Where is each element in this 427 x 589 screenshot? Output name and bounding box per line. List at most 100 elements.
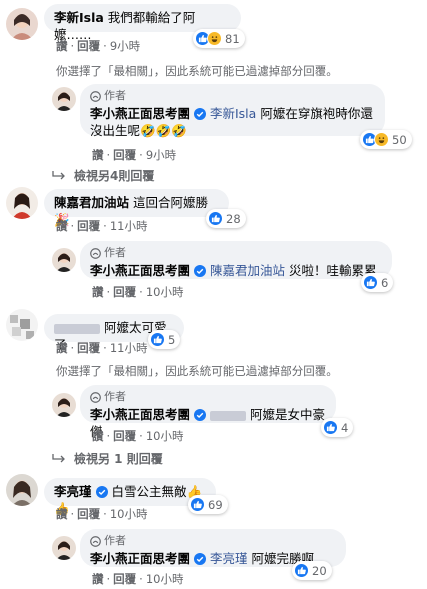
avatar[interactable]	[52, 393, 76, 417]
avatar[interactable]	[6, 309, 38, 341]
author-badge: 作者	[90, 534, 336, 548]
author-icon	[90, 391, 101, 403]
avatar[interactable]	[52, 248, 76, 272]
reply-button[interactable]: 回覆	[113, 148, 136, 162]
reaction-count: 69	[208, 497, 223, 512]
mention[interactable]: 陳嘉君加油站	[210, 263, 285, 278]
reply-actions: 讚 · 回覆 · 10小時	[92, 429, 184, 443]
like-button[interactable]: 讚	[56, 341, 68, 355]
comment-author[interactable]: 陳嘉君加油站	[54, 195, 129, 210]
like-button[interactable]: 讚	[92, 285, 104, 299]
reply-button[interactable]: 回覆	[113, 572, 136, 586]
view-more-replies[interactable]: 檢視另4則回覆	[52, 167, 154, 184]
avatar[interactable]	[6, 474, 38, 506]
reaction-summary[interactable]: 5	[148, 330, 181, 349]
timestamp[interactable]: 10小時	[146, 572, 184, 586]
comment-bubble: 李新Isla 我們都輸給了阿嬤……	[44, 4, 241, 42]
verified-icon	[194, 265, 206, 277]
reaction-count: 5	[168, 332, 176, 347]
verified-icon	[194, 409, 206, 421]
reply-actions: 讚 · 回覆 · 9小時	[92, 148, 177, 162]
reply-button[interactable]: 回覆	[113, 285, 136, 299]
author-badge: 作者	[90, 390, 326, 404]
reply-arrow-icon	[52, 170, 65, 179]
reply-button[interactable]: 回覆	[113, 429, 136, 443]
avatar[interactable]	[6, 8, 38, 40]
haha-icon	[207, 31, 222, 46]
comment-actions: 讚 · 回覆 · 11小時	[56, 219, 148, 233]
reaction-count: 28	[226, 211, 241, 226]
timestamp[interactable]: 11小時	[110, 219, 148, 233]
hidden-name	[54, 323, 100, 334]
author-icon	[90, 535, 101, 547]
filter-notice: 你選擇了「最相關」，因此系統可能已過濾掉部分回覆。	[56, 64, 338, 78]
reaction-summary[interactable]: 69	[188, 495, 228, 514]
like-icon	[190, 497, 205, 512]
reply-author[interactable]: 李小燕正面思考團	[90, 106, 190, 121]
reply-actions: 讚 · 回覆 · 10小時	[92, 572, 184, 586]
like-button[interactable]: 讚	[56, 39, 68, 53]
reply-arrow-icon	[52, 453, 65, 462]
mention[interactable]: 李新Isla	[210, 106, 256, 121]
reaction-summary[interactable]: 4	[321, 418, 354, 437]
timestamp[interactable]: 10小時	[110, 507, 148, 521]
comment-actions: 讚 · 回覆 · 9小時	[56, 39, 141, 53]
timestamp[interactable]: 11小時	[110, 341, 148, 355]
reaction-summary[interactable]: 6	[361, 273, 394, 292]
like-icon	[363, 275, 378, 290]
verified-icon	[194, 108, 206, 120]
reaction-count: 50	[392, 132, 407, 147]
like-icon	[294, 563, 309, 578]
reply-button[interactable]: 回覆	[77, 341, 100, 355]
like-icon	[323, 420, 338, 435]
like-button[interactable]: 讚	[56, 219, 68, 233]
reply-button[interactable]: 回覆	[77, 39, 100, 53]
avatar[interactable]	[52, 87, 76, 111]
reaction-summary[interactable]: 20	[292, 561, 332, 580]
author-icon	[90, 90, 101, 102]
reaction-count: 4	[341, 420, 349, 435]
like-icon	[208, 211, 223, 226]
reply-author[interactable]: 李小燕正面思考團	[90, 407, 190, 422]
reply-bubble: 作者 李小燕正面思考團 阿嬤是女中豪傑	[80, 385, 336, 439]
reaction-summary[interactable]: 50	[360, 130, 412, 149]
reaction-summary[interactable]: 81	[193, 29, 245, 48]
like-button[interactable]: 讚	[92, 572, 104, 586]
reaction-summary[interactable]: 28	[206, 209, 246, 228]
like-button[interactable]: 讚	[92, 429, 104, 443]
author-badge: 作者	[90, 89, 375, 103]
reaction-count: 6	[381, 275, 389, 290]
avatar[interactable]	[52, 536, 76, 560]
comment-actions: 讚 · 回覆 · 10小時	[56, 507, 148, 521]
hidden-mention	[209, 410, 246, 421]
like-button[interactable]: 讚	[92, 148, 104, 162]
timestamp[interactable]: 10小時	[146, 285, 184, 299]
reply-author[interactable]: 李小燕正面思考團	[90, 551, 190, 566]
mention[interactable]: 李亮瑾	[210, 551, 248, 566]
timestamp[interactable]: 10小時	[146, 429, 184, 443]
reply-actions: 讚 · 回覆 · 10小時	[92, 285, 184, 299]
reply-author[interactable]: 李小燕正面思考團	[90, 263, 190, 278]
timestamp[interactable]: 9小時	[146, 148, 176, 162]
haha-icon	[374, 132, 389, 147]
avatar[interactable]	[6, 187, 38, 219]
filter-notice: 你選擇了「最相關」，因此系統可能已過濾掉部分回覆。	[56, 364, 338, 378]
comment-author[interactable]: 李新Isla	[54, 10, 104, 25]
like-icon	[150, 332, 165, 347]
like-button[interactable]: 讚	[56, 507, 68, 521]
reply-button[interactable]: 回覆	[77, 507, 100, 521]
comment-author[interactable]: 李亮瑾	[54, 484, 92, 499]
reaction-count: 81	[225, 31, 240, 46]
reply-bubble: 作者 李小燕正面思考團 陳嘉君加油站 災啦！哇輸累累	[80, 241, 392, 279]
comment-actions: 讚 · 回覆 · 11小時	[56, 341, 148, 355]
view-more-replies[interactable]: 檢視另 1 則回覆	[52, 450, 163, 467]
author-badge: 作者	[90, 246, 382, 260]
verified-icon	[194, 553, 206, 565]
author-icon	[90, 247, 101, 259]
verified-icon	[95, 486, 108, 498]
reply-button[interactable]: 回覆	[77, 219, 100, 233]
reaction-count: 20	[312, 563, 327, 578]
comment-bubble: 陳嘉君加油站 這回合阿嬤勝🎉	[44, 189, 229, 227]
timestamp[interactable]: 9小時	[110, 39, 140, 53]
reply-bubble: 作者 李小燕正面思考團 李新Isla 阿嬤在穿旗袍時你還沒出生呢🤣🤣🤣	[80, 84, 385, 138]
